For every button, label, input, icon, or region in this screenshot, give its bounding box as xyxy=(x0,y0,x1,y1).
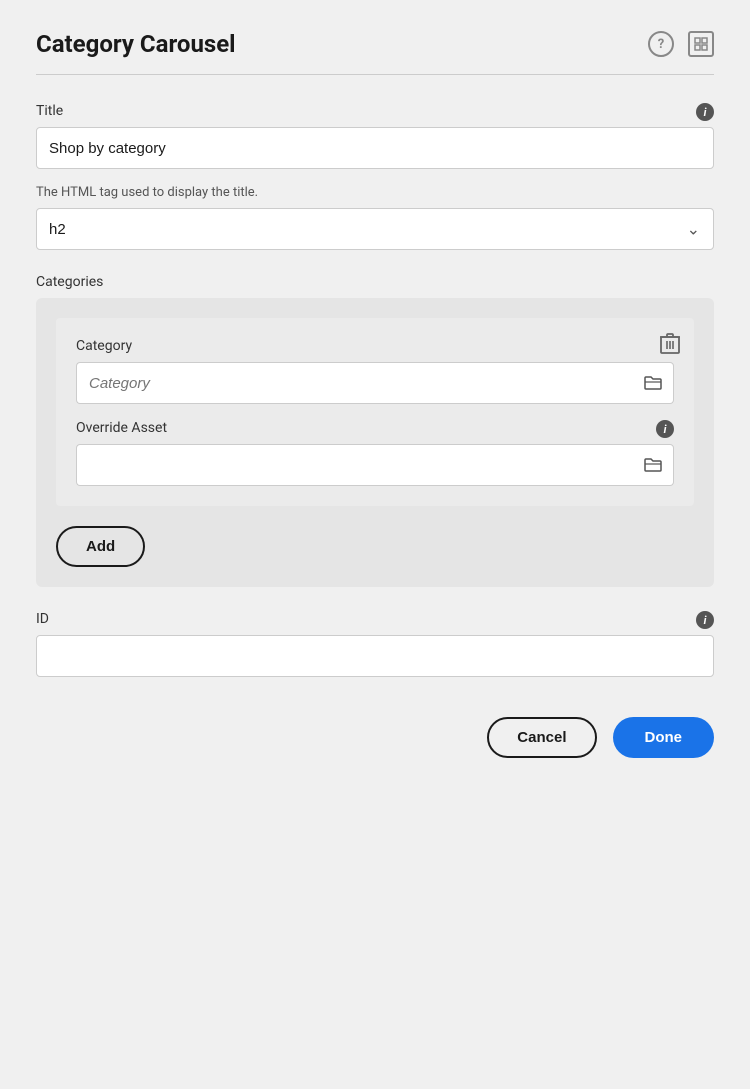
categories-field-group: Categories Category xyxy=(36,274,714,587)
categories-container: Category i Override Asset xyxy=(36,298,714,587)
category-item: Category i Override Asset xyxy=(56,318,694,506)
title-info-icon[interactable]: i xyxy=(696,103,714,121)
override-label: Override Asset xyxy=(76,420,674,436)
html-tag-helper: The HTML tag used to display the title. xyxy=(36,185,714,200)
override-folder-button[interactable] xyxy=(632,444,674,486)
html-tag-field-group: The HTML tag used to display the title. … xyxy=(36,185,714,250)
html-tag-select[interactable]: h1 h2 h3 h4 h5 h6 p span div xyxy=(36,208,714,250)
override-input-group xyxy=(76,444,674,486)
override-input[interactable] xyxy=(76,444,632,486)
html-tag-select-wrapper: h1 h2 h3 h4 h5 h6 p span div ⌄ xyxy=(36,208,714,250)
category-input-group xyxy=(76,362,674,404)
cancel-button[interactable]: Cancel xyxy=(487,717,596,758)
title-field-group: i Title xyxy=(36,103,714,169)
help-icon[interactable]: ? xyxy=(648,31,674,57)
done-button[interactable]: Done xyxy=(613,717,715,758)
title-input[interactable] xyxy=(36,127,714,169)
add-button[interactable]: Add xyxy=(56,526,145,567)
id-label: ID xyxy=(36,611,714,627)
override-info-icon[interactable]: i xyxy=(656,420,674,438)
categories-label: Categories xyxy=(36,274,714,290)
delete-icon[interactable] xyxy=(660,332,680,359)
panel: Category Carousel ? i Title The HTML tag… xyxy=(0,0,750,1089)
expand-icon[interactable] xyxy=(688,31,714,57)
category-field-label: Category xyxy=(76,338,674,354)
header-icons: ? xyxy=(648,31,714,57)
id-input[interactable] xyxy=(36,635,714,677)
title-label: Title xyxy=(36,103,714,119)
category-input[interactable] xyxy=(76,362,632,404)
override-section: i Override Asset xyxy=(76,420,674,486)
panel-title: Category Carousel xyxy=(36,30,236,58)
override-info-circle[interactable]: i xyxy=(656,420,674,438)
header-divider xyxy=(36,74,714,75)
id-field-group: i ID xyxy=(36,611,714,677)
category-folder-button[interactable] xyxy=(632,362,674,404)
panel-header: Category Carousel ? xyxy=(36,30,714,58)
footer-actions: Cancel Done xyxy=(36,717,714,758)
id-info-icon[interactable]: i xyxy=(696,611,714,629)
